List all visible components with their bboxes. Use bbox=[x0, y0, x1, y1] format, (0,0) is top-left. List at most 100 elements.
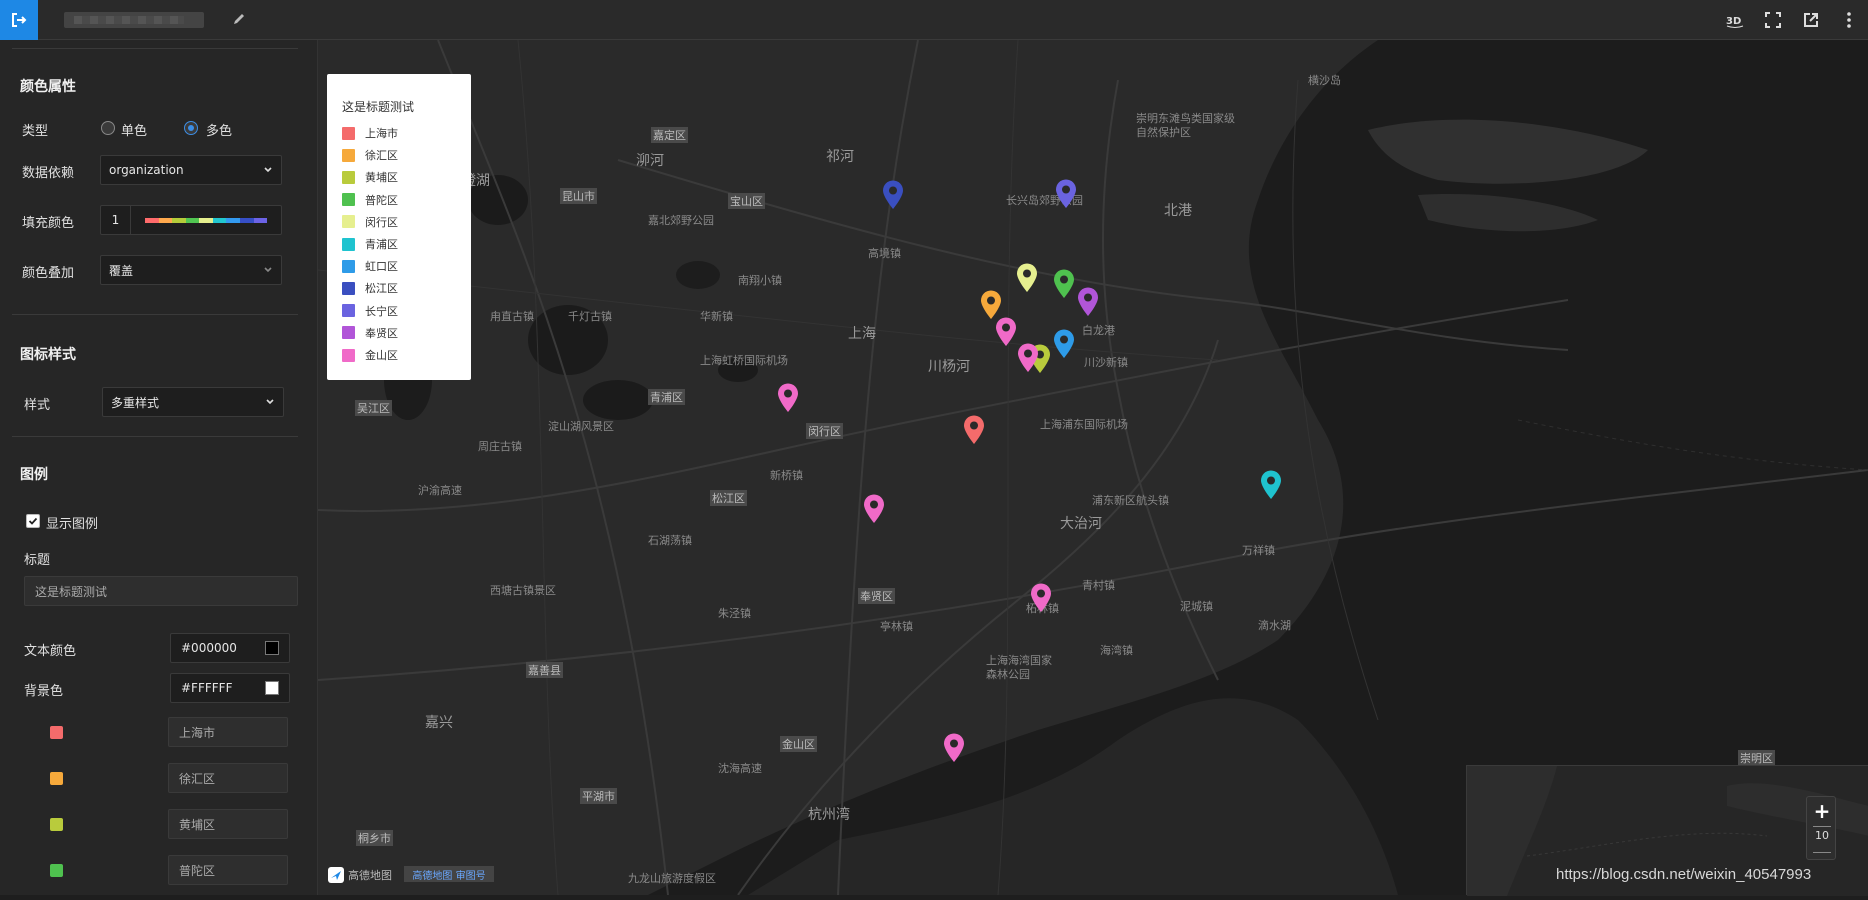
map-legend-label: 上海市 bbox=[365, 127, 398, 140]
map-marker-pin[interactable] bbox=[1077, 287, 1099, 317]
map-legend-item[interactable]: 奉贤区 bbox=[342, 326, 398, 340]
section-title-legend: 图例 bbox=[20, 467, 48, 483]
place-label: 西塘古镇景区 bbox=[490, 584, 556, 597]
project-title-redacted[interactable] bbox=[64, 12, 204, 28]
legend-item-input[interactable]: 上海市 bbox=[168, 717, 288, 747]
map-marker-pin[interactable] bbox=[1053, 269, 1075, 299]
map-legend-item[interactable]: 徐汇区 bbox=[342, 148, 398, 162]
map-legend-item[interactable]: 青浦区 bbox=[342, 237, 398, 251]
map-marker-pin[interactable] bbox=[995, 317, 1017, 347]
map-legend-swatch bbox=[342, 237, 355, 251]
radio-multi[interactable] bbox=[184, 121, 198, 135]
map-legend-swatch bbox=[342, 148, 355, 162]
show-legend-checkbox[interactable] bbox=[26, 514, 40, 528]
legend-item-input[interactable]: 徐汇区 bbox=[168, 763, 288, 793]
map-legend-item[interactable]: 普陀区 bbox=[342, 193, 398, 207]
map-legend-swatch bbox=[342, 193, 355, 207]
district-label: 奉贤区 bbox=[858, 588, 895, 604]
map-marker-pin[interactable] bbox=[1016, 263, 1038, 293]
open-external-button[interactable] bbox=[1800, 10, 1822, 30]
district-label: 平湖市 bbox=[580, 788, 617, 804]
style-select[interactable]: 多重样式 bbox=[102, 387, 284, 417]
exit-button[interactable] bbox=[0, 0, 38, 40]
text-color-input[interactable]: #000000 bbox=[170, 633, 290, 663]
place-label: 万祥镇 bbox=[1242, 544, 1275, 557]
place-label: 白龙港 bbox=[1082, 324, 1115, 337]
district-label: 松江区 bbox=[710, 490, 747, 506]
map-legend-item[interactable]: 黄埔区 bbox=[342, 170, 398, 184]
map-marker-pin[interactable] bbox=[1030, 583, 1052, 613]
map-legend-item[interactable]: 上海市 bbox=[342, 126, 398, 140]
map-legend-label: 徐汇区 bbox=[365, 149, 398, 163]
exit-icon bbox=[12, 13, 27, 27]
place-label: 大治河 bbox=[1060, 516, 1102, 532]
text-color-swatch[interactable] bbox=[265, 641, 279, 655]
district-label: 嘉定区 bbox=[651, 127, 688, 143]
map-marker-pin[interactable] bbox=[882, 180, 904, 210]
place-label: 千灯古镇 bbox=[568, 310, 612, 323]
place-label: 南翔小镇 bbox=[738, 274, 782, 287]
legend-item-swatch[interactable] bbox=[50, 772, 63, 785]
fill-color-picker[interactable]: 1 bbox=[100, 205, 282, 235]
district-label: 吴江区 bbox=[355, 400, 392, 416]
place-label: 高境镇 bbox=[868, 247, 901, 260]
divider bbox=[1813, 852, 1831, 853]
map-marker-pin[interactable] bbox=[1055, 179, 1077, 209]
legend-item-input[interactable]: 黄埔区 bbox=[168, 809, 288, 839]
map-marker-pin[interactable] bbox=[943, 733, 965, 763]
map-marker-pin[interactable] bbox=[1053, 329, 1075, 359]
map-legend-swatch bbox=[342, 304, 355, 318]
map-legend-swatch bbox=[342, 259, 355, 273]
map-legend-item[interactable]: 闵行区 bbox=[342, 215, 398, 229]
place-label: 上海浦东国际机场 bbox=[1040, 418, 1128, 431]
top-bar: 3D bbox=[0, 0, 1868, 40]
legend-heading-value: 这是标题测试 bbox=[35, 584, 108, 599]
legend-item-swatch[interactable] bbox=[50, 726, 63, 739]
place-label: 嘉兴 bbox=[425, 715, 453, 731]
map-legend-item[interactable]: 长宁区 bbox=[342, 304, 398, 318]
legend-item-swatch[interactable] bbox=[50, 864, 63, 877]
divider bbox=[12, 314, 298, 315]
map-marker-pin[interactable] bbox=[777, 383, 799, 413]
map-provider-logo[interactable]: 高德地图 bbox=[328, 867, 392, 883]
legend-item-name: 徐汇区 bbox=[179, 771, 216, 786]
map-legend-swatch bbox=[342, 348, 355, 362]
map-marker-pin[interactable] bbox=[1260, 470, 1282, 500]
bg-color-input[interactable]: #FFFFFF bbox=[170, 673, 290, 703]
radio-single[interactable] bbox=[101, 121, 115, 135]
text-color-value: #000000 bbox=[181, 641, 237, 655]
3d-view-button[interactable]: 3D bbox=[1724, 10, 1746, 30]
more-options-button[interactable] bbox=[1838, 10, 1860, 30]
fullscreen-button[interactable] bbox=[1762, 10, 1784, 30]
data-dep-select[interactable]: organization bbox=[100, 155, 282, 185]
overlay-select[interactable]: 覆盖 bbox=[100, 255, 282, 285]
radio-single-label[interactable]: 单色 bbox=[121, 120, 147, 139]
check-icon bbox=[28, 517, 38, 525]
radio-multi-label[interactable]: 多色 bbox=[206, 120, 232, 139]
section-title-color: 颜色属性 bbox=[20, 79, 76, 95]
legend-item-input[interactable]: 普陀区 bbox=[168, 855, 288, 885]
zoom-in-button[interactable]: + bbox=[1807, 797, 1837, 825]
legend-heading-input[interactable]: 这是标题测试 bbox=[24, 576, 298, 606]
settings-sidebar: 颜色属性 类型 单色 多色 数据依赖 organization 填充颜色 1 颜… bbox=[0, 40, 318, 895]
map-marker-pin[interactable] bbox=[1017, 343, 1039, 373]
map-legend-item[interactable]: 金山区 bbox=[342, 348, 398, 362]
legend-item-swatch[interactable] bbox=[50, 818, 63, 831]
map-legend[interactable]: 这是标题测试 上海市 徐汇区 黄埔区 普陀区 闵行区 青浦区 虹口区 松江区 长宁区 奉贤区 金山区 bbox=[327, 74, 471, 380]
place-label: 浦东新区航头镇 bbox=[1092, 494, 1169, 507]
map-marker-pin[interactable] bbox=[980, 290, 1002, 320]
zoom-control: + 10 bbox=[1806, 796, 1836, 860]
map-legend-item[interactable]: 松江区 bbox=[342, 281, 398, 295]
map-marker-pin[interactable] bbox=[963, 415, 985, 445]
map-attribution-text: 高德地图 审图号 bbox=[412, 870, 486, 882]
district-label: 宝山区 bbox=[728, 193, 765, 209]
edit-title-button[interactable] bbox=[232, 12, 248, 28]
show-legend-label[interactable]: 显示图例 bbox=[46, 513, 98, 532]
map-legend-label: 奉贤区 bbox=[365, 326, 398, 340]
ramp-segment bbox=[199, 217, 213, 223]
map-marker-pin[interactable] bbox=[863, 494, 885, 524]
bg-color-swatch[interactable] bbox=[265, 681, 279, 695]
place-label: 杭州湾 bbox=[808, 807, 850, 823]
map-legend-item[interactable]: 虹口区 bbox=[342, 259, 398, 273]
place-label: 华新镇 bbox=[700, 310, 733, 323]
